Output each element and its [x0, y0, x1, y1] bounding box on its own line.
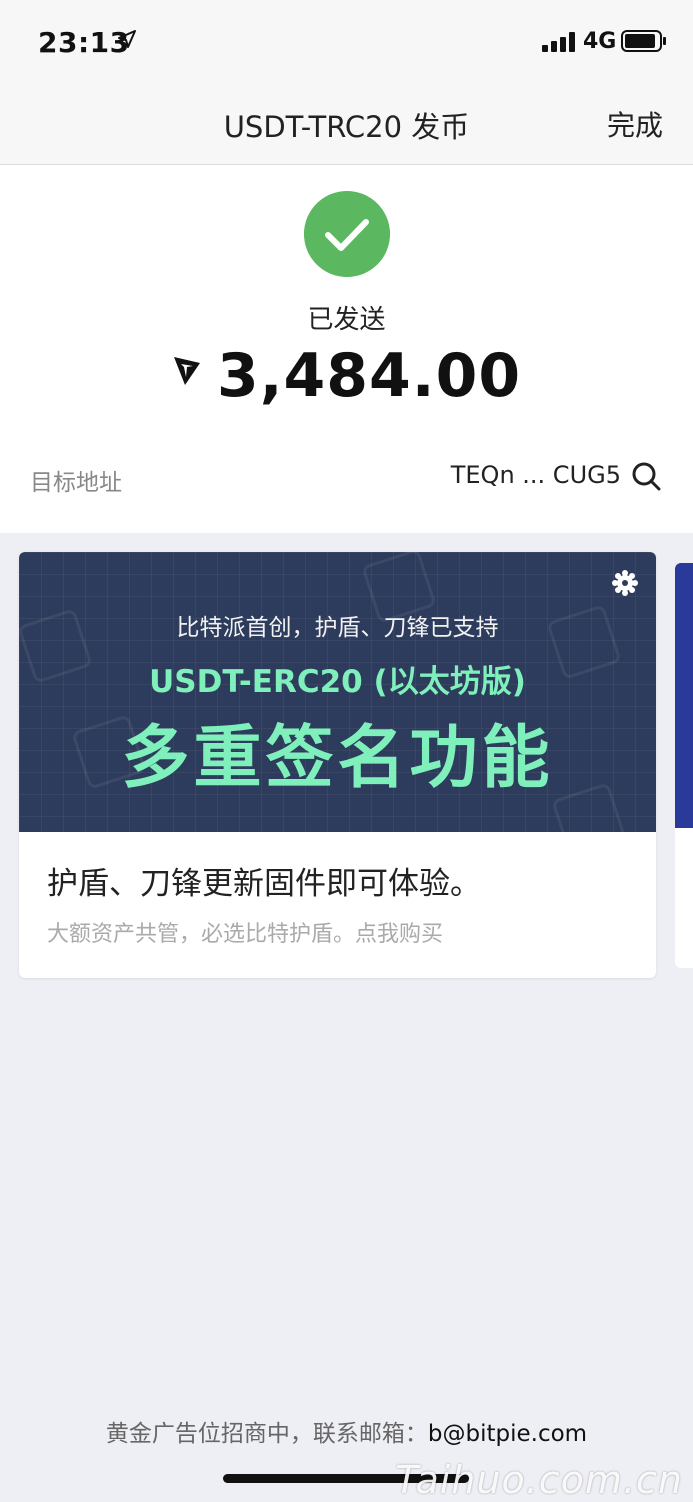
amount-value: 3,484.00	[217, 341, 522, 411]
banner-line-1: 比特派首创，护盾、刀锋已支持	[176, 615, 499, 641]
battery-icon	[621, 30, 666, 52]
status-time: 23:13	[38, 26, 130, 59]
transaction-summary: 已发送 3,484.00 目标地址 TEQn ... CUG5	[0, 165, 693, 533]
promo-banner[interactable]: 比特派首创，护盾、刀锋已支持 USDT-ERC20 (以太坊版) 多重签名功能	[19, 552, 656, 858]
footer-email[interactable]: b@bitpie.com	[428, 1421, 587, 1447]
footer: 黄金广告位招商中，联系邮箱：b@bitpie.com	[0, 1414, 693, 1448]
gear-icon	[612, 570, 638, 596]
tron-token-icon	[173, 357, 200, 385]
address-value[interactable]: TEQn ... CUG5	[451, 461, 621, 489]
status-text: 已发送	[307, 305, 386, 335]
next-promo-card[interactable]	[675, 563, 693, 968]
address-label: 目标地址	[30, 470, 122, 496]
amount-row: 3,484.00	[0, 341, 693, 411]
navigation-bar: USDT-TRC20 发币 完成	[0, 86, 693, 165]
promo-card[interactable]: 比特派首创，护盾、刀锋已支持 USDT-ERC20 (以太坊版) 多重签名功能 …	[19, 552, 656, 978]
done-button[interactable]: 完成	[607, 104, 663, 144]
page-title: USDT-TRC20 发币	[223, 110, 470, 144]
search-icon[interactable]	[631, 461, 661, 491]
next-promo-banner	[675, 563, 693, 828]
banner-line-3: 多重签名功能	[121, 719, 554, 798]
cellular-signal-icon	[542, 32, 575, 52]
location-arrow-icon	[118, 30, 136, 48]
promo-title: 护盾、刀锋更新固件即可体验。	[47, 866, 481, 902]
network-type: 4G	[583, 29, 617, 54]
promo-subtitle: 大额资产共管，必选比特护盾。点我购买	[47, 922, 444, 947]
success-check-icon	[304, 191, 390, 277]
status-bar: 23:13 4G	[0, 0, 693, 86]
footer-text: 黄金广告位招商中，联系邮箱：	[105, 1421, 428, 1447]
banner-line-2: USDT-ERC20 (以太坊版)	[149, 664, 526, 700]
watermark: Taihuo.com.cn	[395, 1458, 683, 1502]
